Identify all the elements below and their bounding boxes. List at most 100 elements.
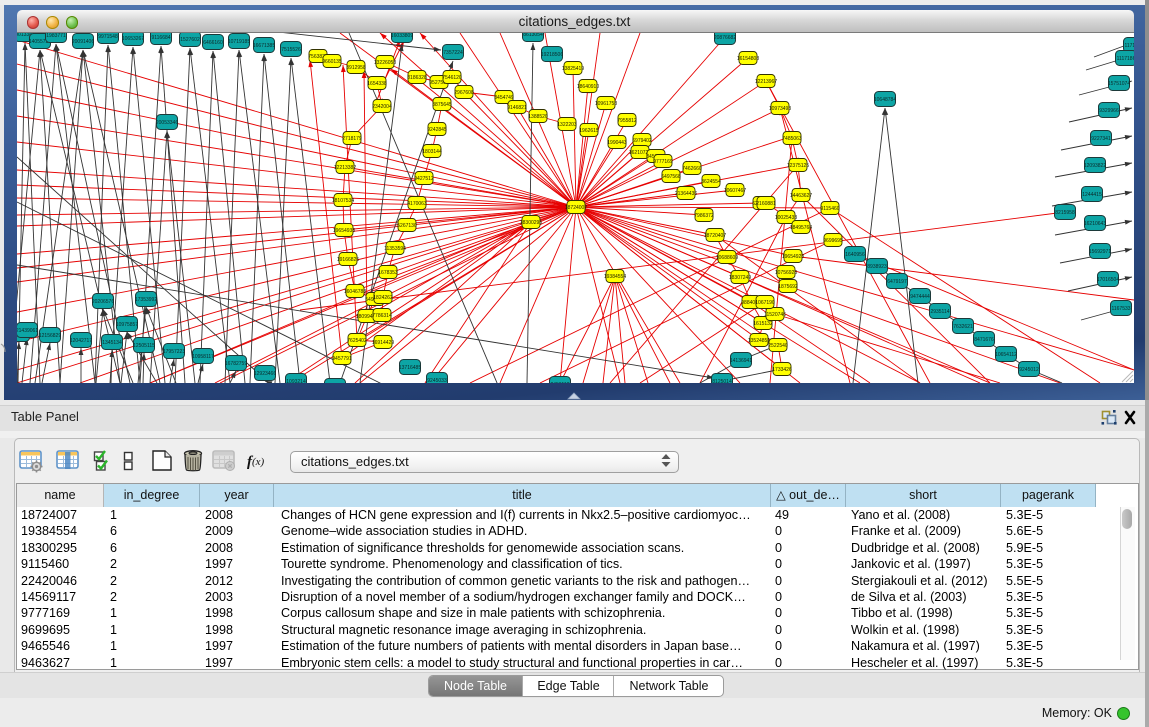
svg-text:21439061: 21439061 xyxy=(17,328,38,334)
svg-text:13716485: 13716485 xyxy=(399,365,421,371)
svg-text:12042717: 12042717 xyxy=(70,338,92,344)
svg-text:9660135: 9660135 xyxy=(322,59,342,65)
svg-text:18495764: 18495764 xyxy=(790,225,812,231)
svg-text:9245012: 9245012 xyxy=(1019,367,1039,373)
svg-text:2450112: 2450112 xyxy=(550,382,569,383)
svg-text:2967608: 2967608 xyxy=(454,90,474,96)
svg-text:1824262: 1824262 xyxy=(373,295,393,301)
svg-text:14136941: 14136941 xyxy=(730,358,752,364)
svg-text:19384554: 19384554 xyxy=(604,274,626,280)
svg-text:7986372: 7986372 xyxy=(694,213,714,219)
svg-text:1962615: 1962615 xyxy=(579,128,599,134)
svg-text:2718179: 2718179 xyxy=(342,136,362,142)
svg-text:16046788: 16046788 xyxy=(344,289,366,295)
svg-text:1117186: 1117186 xyxy=(1117,56,1134,62)
svg-text:13825419: 13825419 xyxy=(562,66,584,72)
svg-text:4170063: 4170063 xyxy=(407,201,427,207)
svg-text:11353594: 11353594 xyxy=(384,246,406,252)
svg-text:18300295: 18300295 xyxy=(520,220,542,226)
svg-text:1875692: 1875692 xyxy=(778,284,798,290)
svg-text:2342004: 2342004 xyxy=(372,104,392,110)
svg-text:18640910: 18640910 xyxy=(577,84,599,90)
svg-text:16154808: 16154808 xyxy=(737,56,759,62)
svg-text:1803144: 1803144 xyxy=(422,149,442,155)
svg-text:20053346: 20053346 xyxy=(156,120,178,126)
svg-text:3875645: 3875645 xyxy=(432,102,452,108)
svg-text:19654933: 19654933 xyxy=(333,228,355,234)
svg-text:7955812: 7955812 xyxy=(617,118,637,124)
svg-text:10973493: 10973493 xyxy=(769,106,791,112)
svg-text:6979402: 6979402 xyxy=(632,138,652,144)
svg-text:1654338: 1654338 xyxy=(367,81,387,87)
svg-text:18724007: 18724007 xyxy=(565,205,587,211)
svg-text:8938923: 8938923 xyxy=(867,264,887,270)
svg-text:20206576: 20206576 xyxy=(92,299,114,305)
svg-text:16914429: 16914429 xyxy=(372,340,394,346)
svg-text:19654923: 19654923 xyxy=(782,254,804,260)
svg-text:1244415: 1244415 xyxy=(1082,192,1102,198)
svg-text:5267130: 5267130 xyxy=(397,223,417,229)
svg-text:1345134: 1345134 xyxy=(102,340,122,346)
svg-text:12156829: 12156829 xyxy=(39,333,61,339)
svg-text:1093214: 1093214 xyxy=(286,379,306,383)
svg-text:1678353: 1678353 xyxy=(378,270,398,276)
svg-text:2522540: 2522540 xyxy=(768,343,788,349)
svg-text:16671385: 16671385 xyxy=(253,43,275,49)
svg-text:7485063: 7485063 xyxy=(782,136,802,142)
svg-text:18720407: 18720407 xyxy=(704,233,726,239)
svg-text:1388520: 1388520 xyxy=(528,114,548,120)
svg-text:7357224: 7357224 xyxy=(443,50,463,56)
svg-text:10653267: 10653267 xyxy=(122,36,144,42)
svg-text:1171864: 1171864 xyxy=(1124,43,1134,49)
svg-text:10654112: 10654112 xyxy=(995,352,1017,358)
svg-text:21364436: 21364436 xyxy=(675,191,697,197)
svg-text:17353992: 17353992 xyxy=(135,297,157,303)
svg-text:16210643: 16210643 xyxy=(1084,221,1106,227)
svg-text:1615132: 1615132 xyxy=(753,321,773,327)
svg-text:11520746: 11520746 xyxy=(764,312,786,318)
svg-text:12923466: 12923466 xyxy=(254,371,276,377)
svg-text:19166825: 19166825 xyxy=(337,257,359,263)
svg-text:1322203: 1322203 xyxy=(557,122,577,128)
svg-text:17016504: 17016504 xyxy=(1097,277,1119,283)
svg-text:1640956: 1640956 xyxy=(845,252,865,258)
svg-text:16782759: 16782759 xyxy=(225,361,247,367)
svg-text:9699695: 9699695 xyxy=(823,238,843,244)
svg-text:9115460: 9115460 xyxy=(820,206,839,212)
svg-text:6466160: 6466160 xyxy=(203,40,223,46)
svg-text:10756928: 10756928 xyxy=(775,270,797,276)
svg-text:10688609: 10688609 xyxy=(716,255,738,261)
svg-text:8125014: 8125014 xyxy=(712,379,732,383)
svg-text:8454749: 8454749 xyxy=(494,95,514,101)
svg-text:1733426: 1733426 xyxy=(772,367,792,373)
svg-text:9474444: 9474444 xyxy=(910,294,930,300)
svg-text:17957223: 17957223 xyxy=(163,349,185,355)
svg-text:14463627: 14463627 xyxy=(790,193,812,199)
svg-text:9427512: 9427512 xyxy=(414,176,434,182)
svg-text:6479197: 6479197 xyxy=(887,279,907,285)
svg-text:10961758: 10961758 xyxy=(595,101,617,107)
svg-text:2935114: 2935114 xyxy=(930,309,949,315)
svg-text:9245033: 9245033 xyxy=(427,378,447,383)
svg-text:10025433: 10025433 xyxy=(775,215,797,221)
svg-text:1990443: 1990443 xyxy=(607,140,627,146)
svg-text:1527602: 1527602 xyxy=(180,37,200,43)
svg-text:9971548: 9971548 xyxy=(98,34,118,40)
svg-text:12213967: 12213967 xyxy=(755,79,777,85)
svg-text:12505115: 12505115 xyxy=(133,343,155,349)
svg-text:20876682: 20876682 xyxy=(714,35,736,41)
svg-text:9116684: 9116684 xyxy=(151,35,170,41)
svg-text:9242845: 9242845 xyxy=(427,127,447,133)
svg-text:7625402: 7625402 xyxy=(347,338,367,344)
svg-text:12375125: 12375125 xyxy=(787,163,809,169)
svg-text:10719185: 10719185 xyxy=(228,39,250,45)
svg-text:10648784: 10648784 xyxy=(874,97,896,103)
svg-text:9146821: 9146821 xyxy=(507,105,527,111)
svg-text:2160881: 2160881 xyxy=(756,201,776,207)
svg-text:13226058: 13226058 xyxy=(374,60,396,66)
svg-text:13524851: 13524851 xyxy=(748,338,770,344)
svg-text:10958117: 10958117 xyxy=(192,354,214,360)
svg-text:3624554: 3624554 xyxy=(701,179,721,185)
svg-text:7632621: 7632621 xyxy=(953,324,973,330)
svg-text:7515526: 7515526 xyxy=(281,47,301,53)
